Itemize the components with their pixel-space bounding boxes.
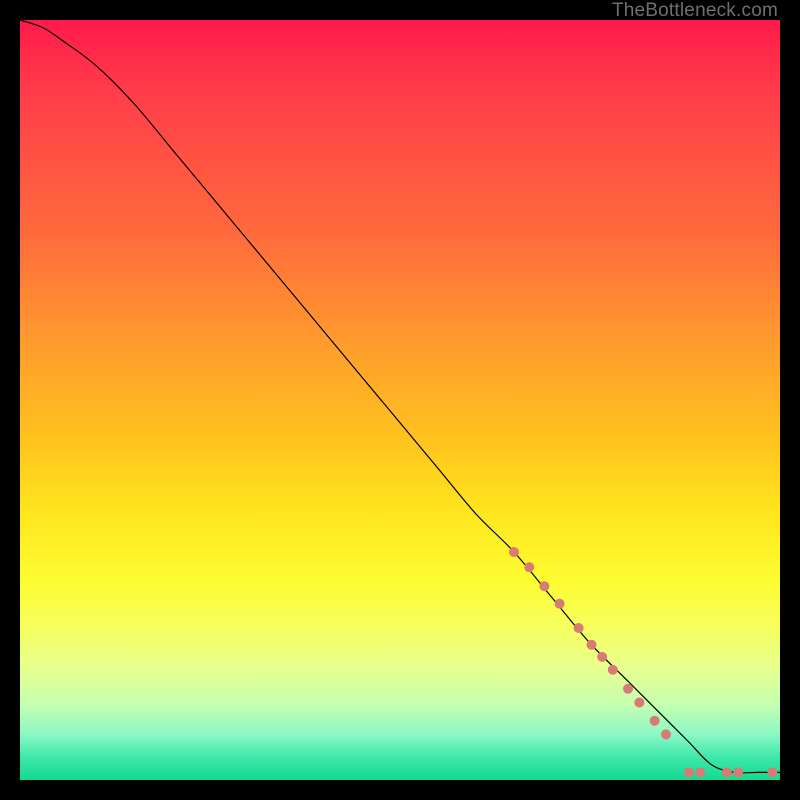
marker-dot bbox=[695, 767, 705, 777]
marker-dot bbox=[733, 767, 743, 777]
marker-dot bbox=[650, 716, 660, 726]
marker-dot bbox=[623, 684, 633, 694]
marker-dot bbox=[555, 599, 565, 609]
marker-dot bbox=[574, 623, 584, 633]
marker-dot bbox=[587, 640, 597, 650]
chart-stage: TheBottleneck.com bbox=[0, 0, 800, 800]
marker-dot bbox=[767, 767, 777, 777]
marker-dot bbox=[608, 665, 618, 675]
main-curve bbox=[20, 20, 780, 773]
plot-area bbox=[20, 20, 780, 780]
attribution-label: TheBottleneck.com bbox=[612, 0, 778, 22]
marker-dot bbox=[539, 581, 549, 591]
marker-dot bbox=[597, 652, 607, 662]
marker-dot bbox=[634, 697, 644, 707]
marker-dot bbox=[661, 729, 671, 739]
markers-layer bbox=[509, 547, 777, 777]
chart-overlay bbox=[20, 20, 780, 780]
marker-dot bbox=[509, 547, 519, 557]
marker-dot bbox=[684, 767, 694, 777]
marker-dot bbox=[722, 767, 732, 777]
marker-dot bbox=[524, 562, 534, 572]
